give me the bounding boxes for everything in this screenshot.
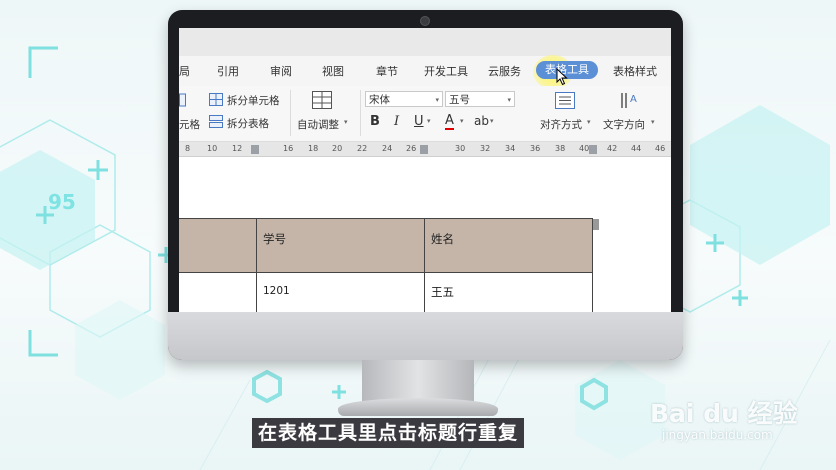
monitor-stand-neck bbox=[362, 360, 474, 402]
table-cell-student-id[interactable]: 1201 bbox=[256, 272, 425, 312]
title-bar bbox=[179, 28, 671, 56]
camera-dot bbox=[420, 16, 430, 26]
tab-view[interactable]: 视图 bbox=[322, 63, 344, 79]
font-color-button[interactable]: A bbox=[445, 114, 454, 130]
ruler-tick: 20 bbox=[332, 144, 343, 153]
ruler-tick: 36 bbox=[530, 144, 541, 153]
split-table-button[interactable]: 拆分表格 bbox=[227, 116, 269, 131]
ruler-column-marker[interactable] bbox=[420, 145, 428, 154]
ruler-tick: 42 bbox=[607, 144, 618, 153]
font-size-select[interactable]: 五号 ▾ bbox=[445, 91, 515, 107]
ruler-tick: 18 bbox=[308, 144, 319, 153]
ruler-tick: 26 bbox=[406, 144, 417, 153]
tab-references[interactable]: 引用 bbox=[217, 63, 239, 79]
underline-dropdown-arrow[interactable]: ▾ bbox=[427, 117, 431, 125]
ruler-column-marker[interactable] bbox=[251, 145, 259, 154]
tab-developer[interactable]: 开发工具 bbox=[424, 63, 468, 79]
char-spacing-button[interactable]: ab bbox=[474, 114, 489, 128]
monitor-stand-foot bbox=[338, 398, 498, 416]
ruler-tick: 34 bbox=[505, 144, 516, 153]
italic-button[interactable]: I bbox=[394, 114, 399, 129]
align-button[interactable]: 对齐方式 bbox=[540, 117, 582, 132]
ruler-tick: 38 bbox=[555, 144, 566, 153]
mouse-cursor-icon bbox=[556, 68, 568, 86]
ruler-tick: 10 bbox=[207, 144, 218, 153]
decor-number: 95 bbox=[48, 190, 76, 214]
table-header-cell-name[interactable]: 姓名 bbox=[424, 218, 593, 273]
ruler-tick: 46 bbox=[655, 144, 666, 153]
tab-table-style[interactable]: 表格样式 bbox=[613, 63, 657, 79]
text-direction-button[interactable]: 文字方向 bbox=[603, 117, 645, 132]
table-header-cell-student-id[interactable]: 学号 bbox=[256, 218, 425, 273]
ruler-tick: 44 bbox=[631, 144, 642, 153]
align-dropdown-arrow[interactable]: ▾ bbox=[587, 118, 591, 126]
ruler-tick: 30 bbox=[455, 144, 466, 153]
tab-layout[interactable]: 局 bbox=[179, 63, 190, 79]
underline-button[interactable]: U bbox=[414, 114, 424, 129]
tab-section[interactable]: 章节 bbox=[376, 63, 398, 79]
align-icon bbox=[555, 92, 575, 109]
ruler-column-marker[interactable] bbox=[589, 145, 597, 154]
tab-review[interactable]: 审阅 bbox=[270, 63, 292, 79]
char-spacing-dropdown-arrow[interactable]: ▾ bbox=[490, 117, 494, 125]
table-resize-handle[interactable] bbox=[593, 219, 599, 230]
baidu-watermark-url: jingyan.baidu.com bbox=[662, 428, 773, 442]
merge-cells-label[interactable]: 元格 bbox=[179, 117, 200, 132]
baidu-watermark: Bai du 经验 bbox=[650, 399, 798, 428]
app-screen: 局 引用 审阅 视图 章节 开发工具 云服务 表格工具 表格样式 元格 拆分单元… bbox=[179, 28, 671, 312]
auto-fit-icon bbox=[312, 91, 332, 109]
bold-button[interactable]: B bbox=[370, 114, 380, 129]
tab-cloud-service[interactable]: 云服务 bbox=[488, 63, 521, 79]
ribbon-separator bbox=[360, 90, 361, 136]
split-cells-button[interactable]: 拆分单元格 bbox=[227, 93, 280, 108]
merge-cells-icon bbox=[179, 93, 186, 107]
svg-text:A: A bbox=[630, 94, 637, 105]
table-cell-name[interactable]: 王五 bbox=[424, 272, 593, 312]
ruler-tick: 40 bbox=[579, 144, 590, 153]
font-name-select[interactable]: 宋体 ▾ bbox=[365, 91, 443, 107]
auto-fit-dropdown-arrow[interactable]: ▾ bbox=[344, 118, 348, 126]
monitor-chin bbox=[168, 312, 683, 360]
split-cells-icon bbox=[209, 93, 223, 106]
table-header-cell[interactable] bbox=[179, 218, 257, 273]
text-direction-dropdown-arrow[interactable]: ▾ bbox=[651, 118, 655, 126]
ruler-tick: 12 bbox=[232, 144, 243, 153]
text-direction-icon: A bbox=[621, 93, 637, 108]
table-cell[interactable] bbox=[179, 272, 257, 312]
ribbon-separator bbox=[290, 90, 291, 136]
auto-fit-button[interactable]: 自动调整 bbox=[297, 117, 339, 132]
ruler-tick: 24 bbox=[382, 144, 393, 153]
ruler-tick: 32 bbox=[480, 144, 491, 153]
split-table-icon bbox=[209, 115, 223, 128]
ruler-tick: 8 bbox=[185, 144, 191, 153]
font-color-dropdown-arrow[interactable]: ▾ bbox=[460, 117, 464, 125]
subtitle-caption: 在表格工具里点击标题行重复 bbox=[252, 418, 525, 448]
ruler-tick: 22 bbox=[357, 144, 368, 153]
ruler-tick: 16 bbox=[283, 144, 294, 153]
